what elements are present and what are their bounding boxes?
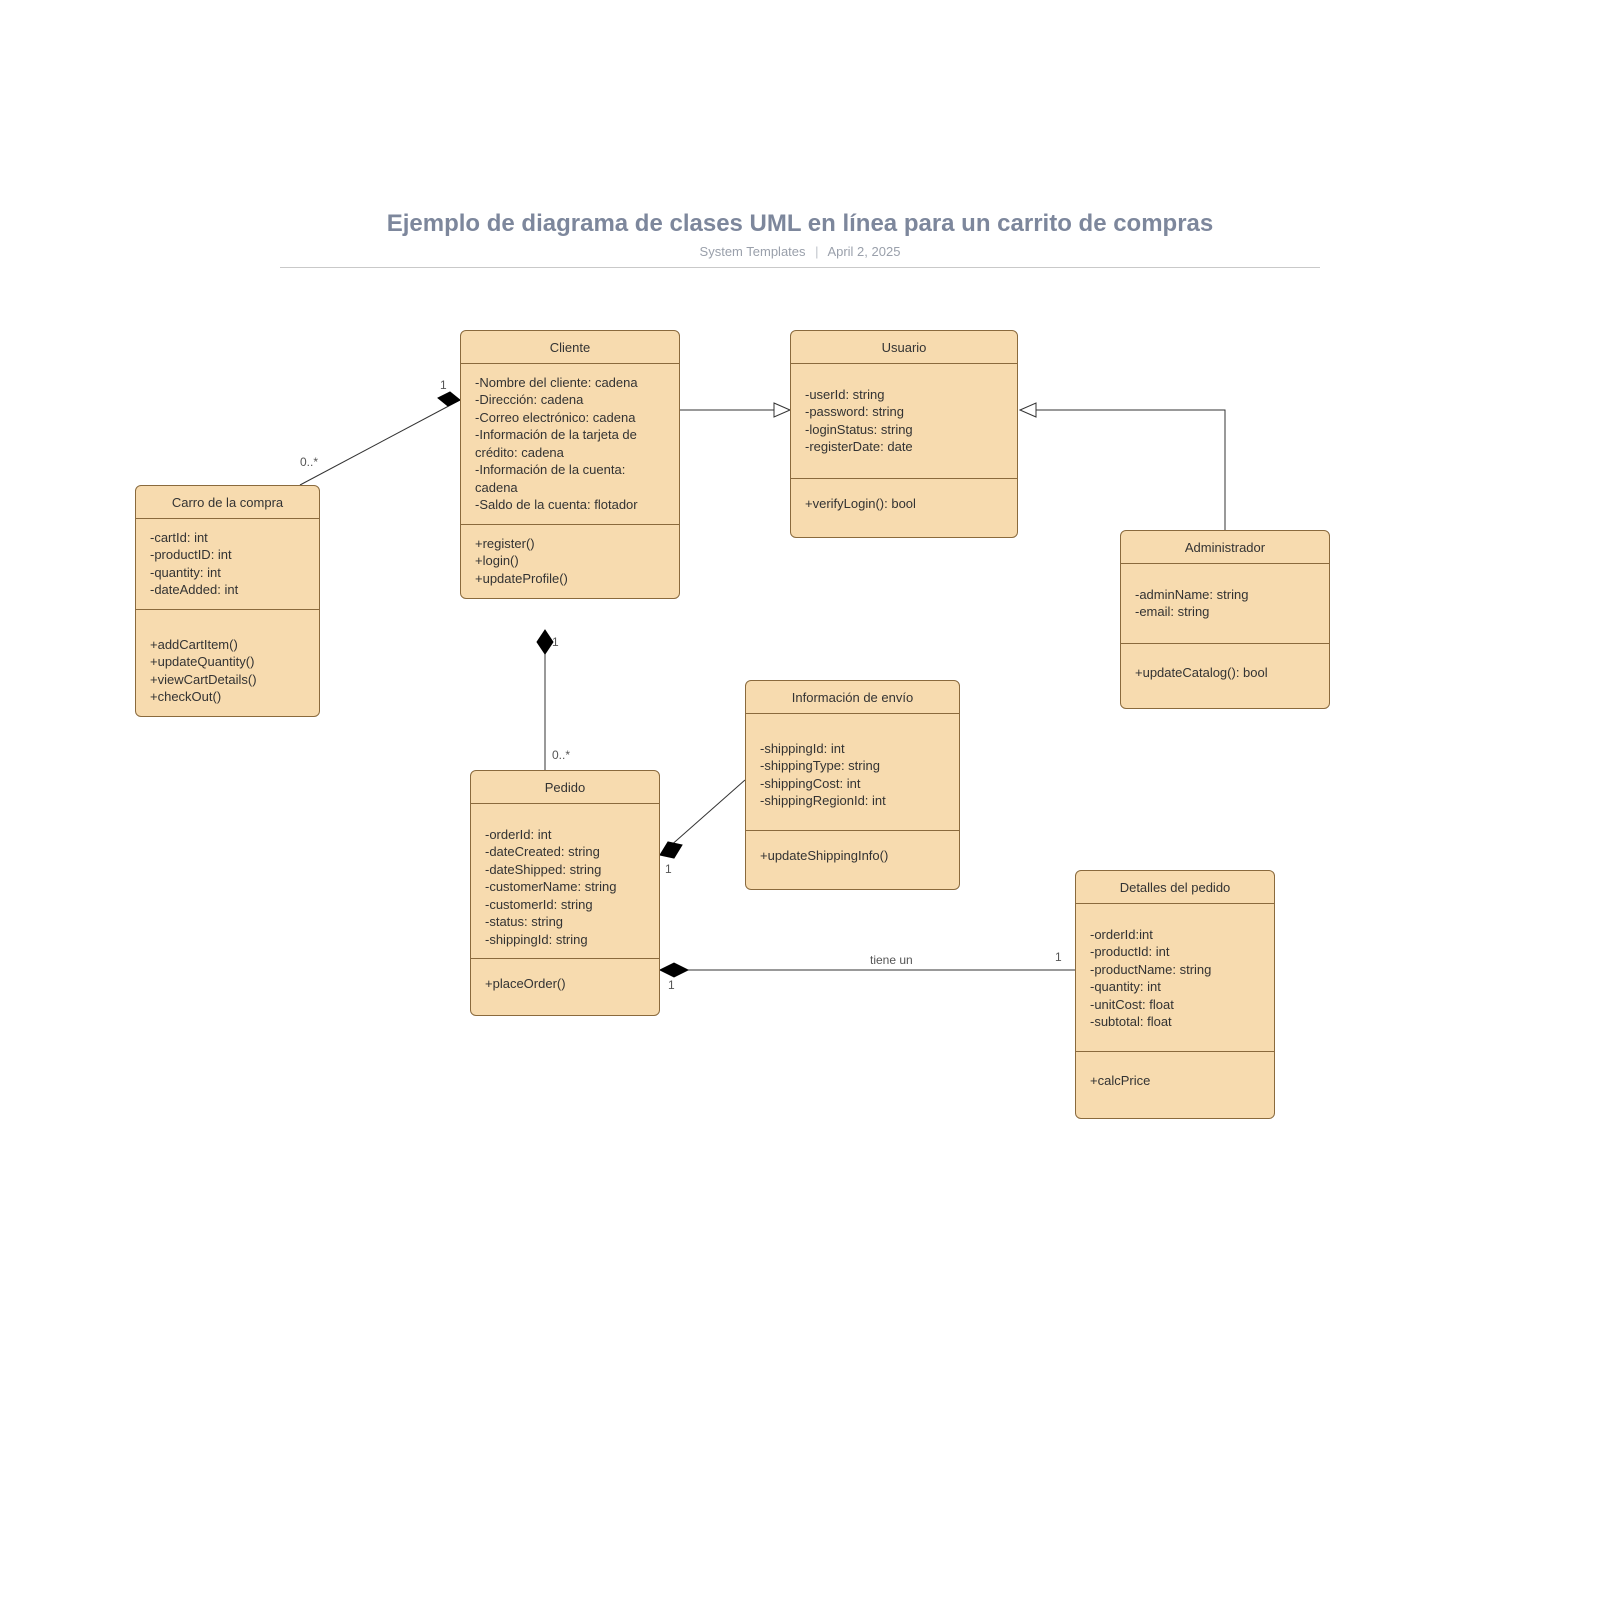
diagram-canvas: 1 0..* 1 0..* 1 1 1 1 tiene un Carro de … (0, 0, 1600, 1600)
composition-diamond-icon (660, 963, 688, 977)
class-title: Información de envío (746, 681, 959, 714)
mult-cliente-pedido-1: 1 (552, 635, 559, 649)
mult-cliente-carro-2: 0..* (300, 455, 318, 469)
class-pedido[interactable]: Pedido -orderId: int -dateCreated: strin… (470, 770, 660, 1016)
class-title: Cliente (461, 331, 679, 364)
class-operations: +verifyLogin(): bool (791, 479, 1017, 537)
class-title: Pedido (471, 771, 659, 804)
class-envio[interactable]: Información de envío -shippingId: int -s… (745, 680, 960, 890)
mult-pedido-detalle-1: 1 (668, 978, 675, 992)
class-title: Carro de la compra (136, 486, 319, 519)
class-cliente[interactable]: Cliente -Nombre del cliente: cadena -Dir… (460, 330, 680, 599)
composition-diamond-icon (438, 392, 460, 406)
class-admin[interactable]: Administrador -adminName: string -email:… (1120, 530, 1330, 709)
mult-cliente-carro-1: 1 (440, 378, 447, 392)
class-carro[interactable]: Carro de la compra -cartId: int -product… (135, 485, 320, 717)
label-pedido-detalle: tiene un (870, 953, 913, 967)
class-operations: +addCartItem() +updateQuantity() +viewCa… (136, 610, 319, 716)
class-title: Detalles del pedido (1076, 871, 1274, 904)
class-usuario[interactable]: Usuario -userId: string -password: strin… (790, 330, 1018, 538)
class-attributes: -Nombre del cliente: cadena -Dirección: … (461, 364, 679, 525)
class-title: Administrador (1121, 531, 1329, 564)
mult-pedido-detalle-2: 1 (1055, 950, 1062, 964)
class-attributes: -orderId: int -dateCreated: string -date… (471, 804, 659, 960)
edge-pedido-envio (660, 780, 745, 855)
class-title: Usuario (791, 331, 1017, 364)
class-operations: +calcPrice (1076, 1052, 1274, 1118)
edge-cliente-carro (300, 400, 460, 485)
composition-diamond-icon (537, 630, 553, 654)
class-attributes: -adminName: string -email: string (1121, 564, 1329, 644)
composition-diamond-icon (660, 842, 682, 858)
class-attributes: -shippingId: int -shippingType: string -… (746, 714, 959, 831)
class-operations: +updateShippingInfo() (746, 831, 959, 889)
class-operations: +register() +login() +updateProfile() (461, 525, 679, 598)
mult-pedido-envio-1: 1 (665, 862, 672, 876)
class-attributes: -orderId:int -productId: int -productNam… (1076, 904, 1274, 1052)
edge-admin-usuario (1020, 410, 1225, 530)
class-attributes: -userId: string -password: string -login… (791, 364, 1017, 479)
class-operations: +updateCatalog(): bool (1121, 644, 1329, 708)
mult-cliente-pedido-2: 0..* (552, 748, 570, 762)
class-operations: +placeOrder() (471, 959, 659, 1015)
class-detalle[interactable]: Detalles del pedido -orderId:int -produc… (1075, 870, 1275, 1119)
class-attributes: -cartId: int -productID: int -quantity: … (136, 519, 319, 610)
